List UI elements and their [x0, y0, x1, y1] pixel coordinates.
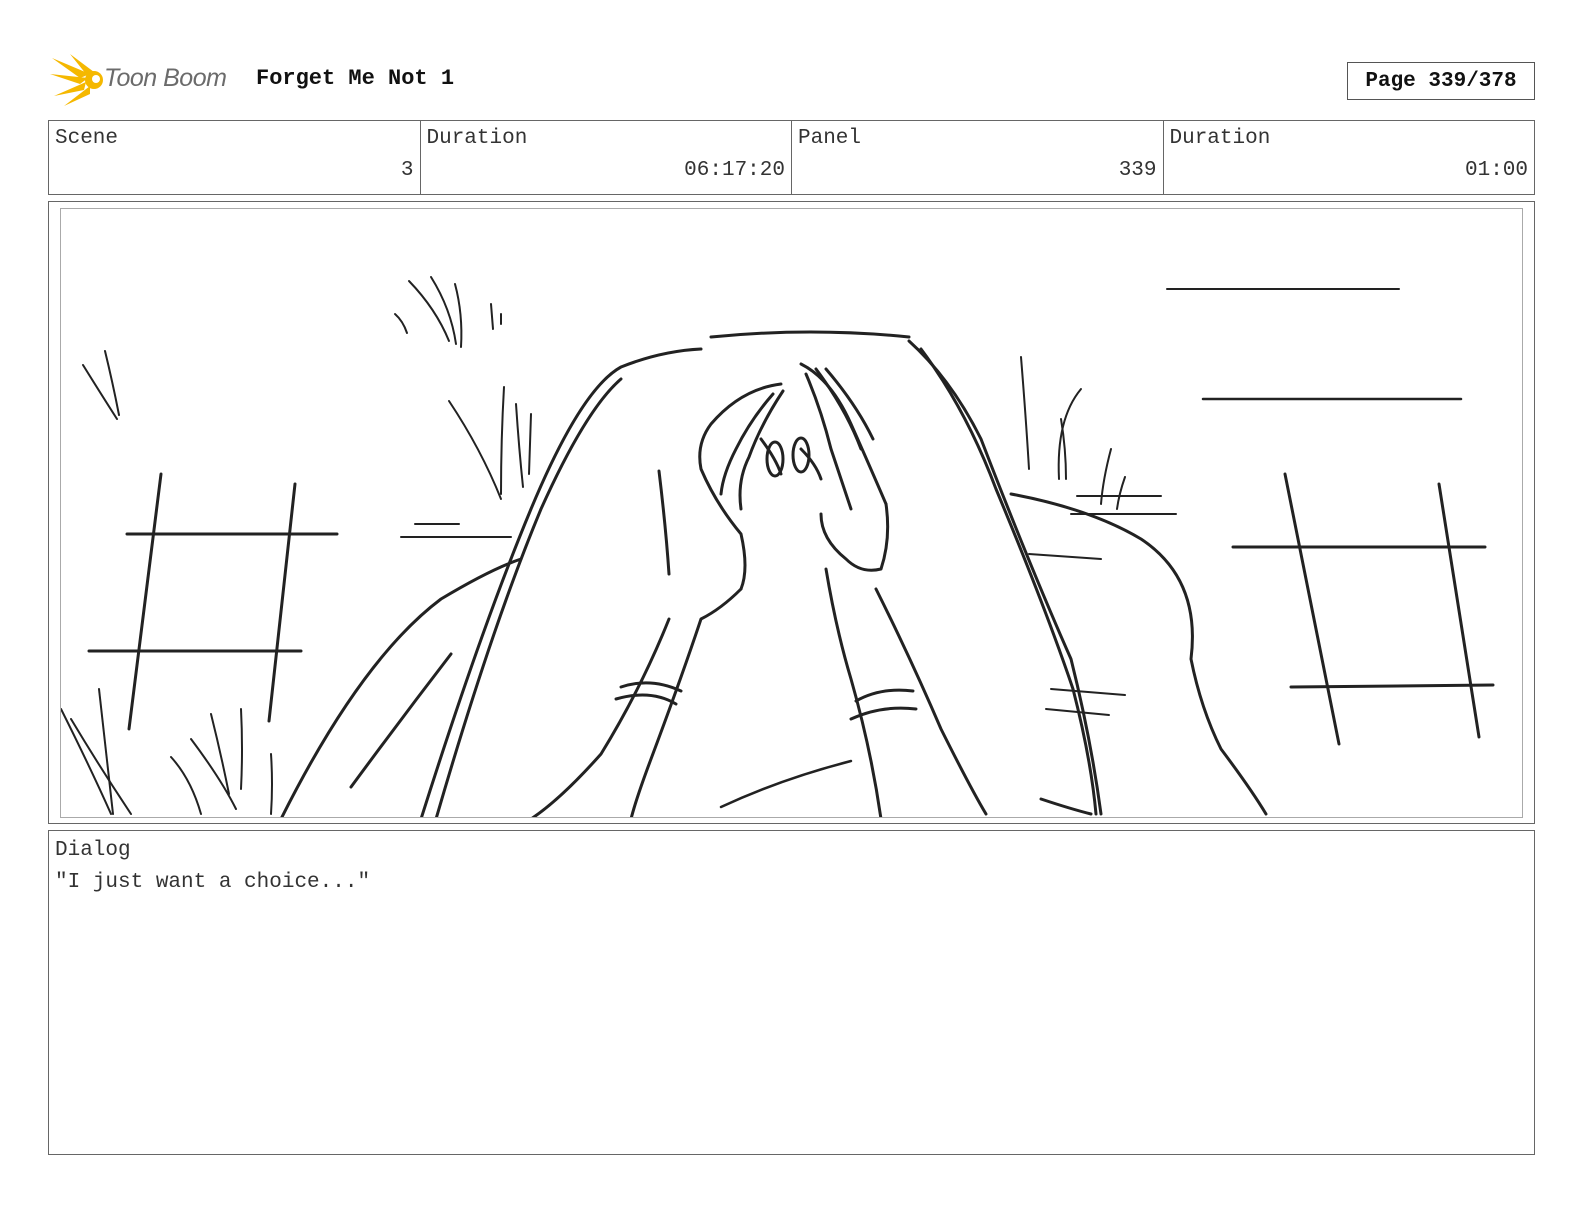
right-ladder-sketch	[1166, 288, 1495, 746]
grass-sketch	[61, 276, 1177, 815]
panel-duration-label: Duration	[1169, 127, 1271, 150]
panel-duration-value: 01:00	[1464, 159, 1528, 182]
panel-duration-cell: Duration 01:00	[1164, 121, 1535, 194]
panel-drawing-area	[60, 208, 1523, 818]
dialog-section: Dialog "I just want a choice..."	[48, 830, 1535, 1155]
page-indicator: Page 339/378	[1347, 62, 1535, 100]
sketch-drawing	[61, 276, 1495, 817]
dialog-label: Dialog	[55, 839, 131, 862]
left-ladder-sketch	[87, 472, 339, 731]
scene-duration-value: 06:17:20	[684, 159, 785, 182]
info-row: Scene 3 Duration 06:17:20 Panel 339 Dura…	[48, 120, 1535, 195]
scene-cell: Scene 3	[49, 121, 421, 194]
dialog-text: "I just want a choice..."	[55, 871, 371, 894]
scene-value: 3	[400, 159, 414, 182]
scene-duration-label: Duration	[426, 127, 528, 150]
scene-label: Scene	[55, 127, 119, 150]
logo-wordmark: Toon Boom	[104, 64, 227, 92]
bracelets-sketch	[614, 681, 918, 809]
document-title: Forget Me Not 1	[256, 66, 455, 91]
hands-sketch	[531, 362, 988, 817]
panel-value: 339	[1118, 159, 1157, 182]
scene-duration-cell: Duration 06:17:20	[421, 121, 792, 194]
storyboard-panel	[48, 201, 1535, 824]
mound-sketch	[280, 492, 1268, 817]
panel-label: Panel	[798, 127, 862, 150]
figure-body-sketch	[420, 330, 1103, 817]
panel-cell: Panel 339	[792, 121, 1164, 194]
